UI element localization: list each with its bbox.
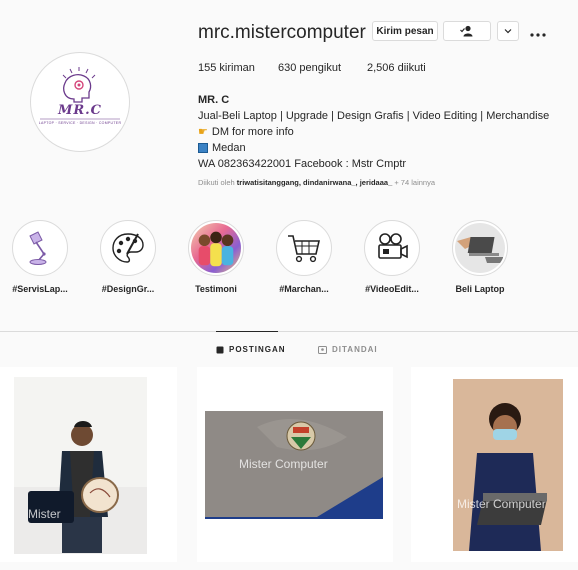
tab-posts[interactable]: POSTINGAN [216,345,286,354]
highlight-label: #Marchan... [279,284,329,294]
post-image-woman-with-laptop [453,379,563,551]
highlight-design-grafis[interactable]: #DesignGr... [88,220,168,294]
laptop-photo [457,237,503,263]
profile-username: mrc.mistercomputer [198,22,366,43]
desk-lamp-icon [29,231,47,265]
highlight-video-editing[interactable]: #VideoEdit... [352,220,432,294]
post-watermark: Mister Computer [457,497,546,511]
profile-avatar[interactable]: MR.C LAPTOP · SERVICE · DESIGN · COMPUTE… [30,52,130,152]
followers-count[interactable]: 630 pengikut [278,62,341,74]
shopping-cart-icon [288,235,321,263]
highlight-label: Testimoni [195,284,237,294]
person-check-icon [460,25,473,37]
tab-posts-label: POSTINGAN [229,345,286,354]
post-image-man-with-bags [14,377,147,554]
highlight-merchandise[interactable]: #Marchan... [264,220,344,294]
highlight-cover [452,220,508,276]
bio-location-line: Medan [198,140,568,156]
highlight-testimoni[interactable]: Testimoni [176,220,256,294]
highlight-label: #VideoEdit... [365,284,419,294]
post-watermark: Mister [28,507,61,521]
send-message-button[interactable]: Kirim pesan [372,21,438,41]
head-gear-icon [40,67,120,120]
suggested-accounts-dropdown[interactable] [497,21,519,41]
highlight-label: #DesignGr... [101,284,155,294]
bio-services-text: Jual-Beli Laptop | Upgrade | Design Graf… [198,110,550,122]
chevron-down-icon [504,29,512,34]
highlight-servis-laptop[interactable]: #ServisLap... [0,220,80,294]
highlight-label: Beli Laptop [455,284,505,294]
post-watermark: Mister Computer [239,457,328,471]
posts-count: 155 kiriman [198,62,255,74]
tabs-divider [0,331,578,332]
followed-by-prefix: Diikuti oleh [198,178,235,187]
followed-by-more[interactable]: + 74 lainnya [394,178,435,187]
people-photo [198,231,234,267]
logo-subtext: LAPTOP · SERVICE · DESIGN · COMPUTER [38,121,122,125]
tagged-icon [318,345,327,354]
post-thumbnail[interactable]: Mister Computer [411,367,578,562]
followed-by[interactable]: Diikuti oleh triwatisitanggang, dindanir… [198,178,435,187]
bio-dm-text: DM for more info [211,126,294,138]
film-camera-icon [378,233,408,259]
logo-text: MR.C [57,103,103,118]
following-count[interactable]: 2,506 diikuti [367,62,426,74]
post-thumbnail[interactable]: Mister Computer [197,367,393,562]
palette-icon [112,233,144,263]
more-options-icon[interactable] [530,24,546,40]
tab-tagged-label: DITANDAI [332,345,378,354]
followed-by-names[interactable]: triwatisitanggang, dindanirwana_, jerida… [237,178,392,187]
highlight-beli-laptop[interactable]: Beli Laptop [440,220,520,294]
grid-icon [216,346,224,353]
highlight-cover [12,220,68,276]
post-thumbnail[interactable]: Mister [0,367,177,562]
tab-tagged[interactable]: DITANDAI [318,345,378,354]
highlight-cover [276,220,332,276]
bio-services-line: Jual-Beli Laptop | Upgrade | Design Graf… [198,108,568,124]
map-icon [198,143,208,153]
highlight-label: #ServisLap... [12,284,68,294]
follow-status-button[interactable] [443,21,491,41]
profile-display-name: MR. C [198,94,230,106]
active-tab-indicator [216,331,278,332]
highlight-cover [100,220,156,276]
bio-contact-line: WA 082363422001 Facebook : Mstr Cmptr [198,156,568,172]
bio-contact-text: WA 082363422001 Facebook : Mstr Cmptr [198,158,407,170]
brand-logo: MR.C LAPTOP · SERVICE · DESIGN · COMPUTE… [34,65,126,139]
profile-bio: MR. C Jual-Beli Laptop | Upgrade | Desig… [198,92,568,172]
highlight-cover [364,220,420,276]
highlight-cover [188,220,244,276]
bio-dm-line: ☛ DM for more info [198,124,568,140]
bio-location-text: Medan [212,142,246,154]
pointing-hand-icon: ☛ [198,126,208,138]
